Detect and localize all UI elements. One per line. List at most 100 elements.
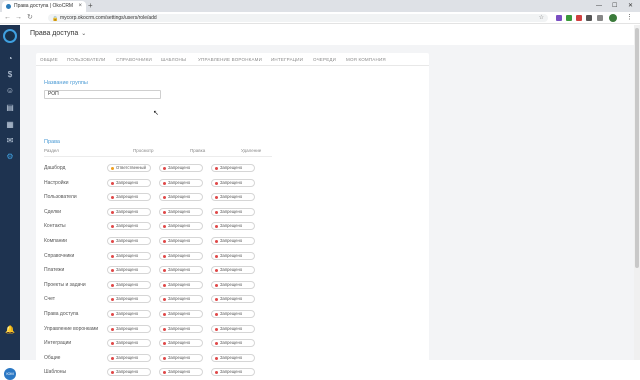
puzzle-icon[interactable] [597, 15, 603, 21]
tab-general[interactable]: ОБЩИЕ [40, 57, 58, 62]
user-icon[interactable]: ☺ [5, 86, 15, 96]
permission-select-view[interactable]: Запрещено [107, 295, 151, 304]
permission-select-view[interactable]: Запрещено [107, 207, 151, 216]
settings-gear-icon[interactable]: ⚙ [5, 152, 15, 162]
permission-select-view[interactable]: Запрещено [107, 266, 151, 275]
extension-icon[interactable] [576, 15, 582, 21]
permission-select-edit[interactable]: Запрещено [159, 193, 203, 202]
permission-select-delete[interactable]: Запрещено [211, 368, 255, 377]
permission-select-edit[interactable]: Запрещено [159, 310, 203, 318]
permission-select-delete[interactable]: Запрещено [211, 295, 255, 304]
status-dot-icon [111, 254, 114, 258]
table-row: Дашборд Ответственный Запрещено Запрещено [44, 162, 272, 176]
permission-select-delete[interactable]: Запрещено [211, 207, 255, 216]
extension-icon[interactable] [586, 15, 592, 21]
table-row: Проекты и задачи Запрещено Запрещено Запрещ… [44, 279, 272, 293]
group-name-input[interactable]: РОП [44, 90, 161, 99]
permission-select-edit[interactable]: Запрещено [159, 178, 203, 187]
permission-select-edit[interactable]: Запрещено [159, 207, 203, 216]
user-avatar[interactable]: ЮМ [4, 368, 16, 380]
book-icon[interactable]: ▤ [5, 103, 15, 113]
okocrm-logo[interactable] [3, 29, 17, 43]
permission-select-edit[interactable]: Запрещено [159, 295, 203, 304]
tab-integrations[interactable]: ИНТЕГРАЦИИ [271, 57, 303, 62]
tab-directories[interactable]: СПРАВОЧНИКИ [116, 57, 152, 62]
permission-select-delete[interactable]: Запрещено [211, 178, 255, 187]
table-row: Сделки Запрещено Запрещено Запрещено [44, 206, 272, 220]
profile-avatar[interactable] [609, 14, 617, 22]
bell-icon[interactable]: 🔔 [5, 325, 15, 335]
page-title[interactable]: Права доступа ⌄ [30, 30, 86, 37]
tab-templates[interactable]: ШАБЛОНЫ [161, 57, 186, 62]
close-tab-icon[interactable]: × [78, 1, 82, 12]
extension-icon[interactable] [556, 15, 562, 21]
dollar-icon[interactable]: $ [5, 70, 15, 80]
permission-select-view[interactable]: Запрещено [107, 324, 151, 333]
status-dot-icon [215, 283, 218, 287]
maximize-icon[interactable]: ☐ [612, 0, 617, 12]
permission-value: Запрещено [168, 165, 191, 170]
permission-select-delete[interactable]: Запрещено [211, 339, 255, 348]
tab-users[interactable]: ПОЛЬЗОВАТЕЛИ [67, 57, 106, 62]
mail-icon[interactable]: ✉ [5, 136, 15, 146]
back-icon[interactable]: ← [4, 12, 11, 24]
reload-icon[interactable]: ↻ [27, 12, 33, 24]
permission-select-edit[interactable]: Запрещено [159, 324, 203, 333]
permission-select-view[interactable]: Запрещено [107, 280, 151, 289]
permission-select-delete[interactable]: Запрещено [211, 266, 255, 275]
permission-select-view[interactable]: Запрещено [107, 178, 151, 187]
row-section-name: Дашборд [44, 165, 66, 171]
permission-select-edit[interactable]: Запрещено [159, 251, 203, 260]
browser-tab[interactable]: Права доступа | OkoCRM × [2, 1, 86, 12]
row-section-name: Настройки [44, 179, 69, 186]
permission-select-delete[interactable]: Запрещено [211, 353, 255, 362]
permission-select-edit[interactable]: Запрещено [159, 353, 203, 362]
bookmark-star-icon[interactable]: ☆ [539, 14, 544, 22]
permission-select-view[interactable]: Запрещено [107, 310, 151, 318]
permission-select-edit[interactable]: Запрещено [159, 164, 203, 172]
scrollbar-thumb[interactable] [635, 28, 639, 268]
permission-select-edit[interactable]: Запрещено [159, 237, 203, 245]
permission-select-delete[interactable]: Запрещено [211, 237, 255, 245]
permission-select-delete[interactable]: Запрещено [211, 222, 255, 231]
status-dot-icon [163, 327, 166, 331]
forward-icon[interactable]: → [15, 12, 22, 24]
tab-funnels[interactable]: УПРАВЛЕНИЕ ВОРОНКАМИ [198, 57, 262, 62]
permission-select-delete[interactable]: Запрещено [211, 324, 255, 333]
permission-select-view[interactable]: Ответственный [107, 164, 151, 172]
permission-value: Запрещено [220, 296, 243, 302]
permission-select-view[interactable]: Запрещено [107, 339, 151, 348]
permission-select-delete[interactable]: Запрещено [211, 251, 255, 260]
permission-select-edit[interactable]: Запрещено [159, 266, 203, 275]
permission-select-view[interactable]: Запрещено [107, 237, 151, 245]
minimize-icon[interactable]: — [596, 0, 602, 12]
dashboard-icon[interactable]: ◔ [5, 54, 15, 64]
permission-select-delete[interactable]: Запрещено [211, 310, 255, 318]
permission-value: Запрещено [168, 354, 191, 360]
address-bar[interactable]: 🔒 mycorp.okocrm.com/settings/users/role/… [48, 14, 548, 22]
permission-select-view[interactable]: Запрещено [107, 251, 151, 260]
status-dot-icon [111, 240, 114, 243]
permission-select-view[interactable]: Запрещено [107, 193, 151, 202]
permission-value: Запрещено [168, 238, 191, 243]
permission-select-edit[interactable]: Запрещено [159, 368, 203, 377]
briefcase-icon[interactable]: ▦ [5, 120, 15, 130]
tab-my-company[interactable]: МОЯ КОМПАНИЯ [346, 57, 386, 62]
permission-select-delete[interactable]: Запрещено [211, 164, 255, 172]
column-header-view: Просмотр [133, 148, 154, 153]
permission-select-delete[interactable]: Запрещено [211, 193, 255, 202]
close-window-icon[interactable]: ✕ [628, 0, 633, 12]
tab-queues[interactable]: ОЧЕРЕДИ [313, 57, 336, 62]
permission-select-view[interactable]: Запрещено [107, 353, 151, 362]
new-tab-button[interactable]: + [88, 0, 93, 12]
permission-select-delete[interactable]: Запрещено [211, 280, 255, 289]
status-dot-icon [111, 181, 114, 185]
shield-extension-icon[interactable] [566, 15, 572, 21]
table-row: Управление воронками Запрещено Запрещено За… [44, 323, 272, 337]
permission-select-view[interactable]: Запрещено [107, 368, 151, 377]
permission-select-edit[interactable]: Запрещено [159, 339, 203, 348]
permission-select-edit[interactable]: Запрещено [159, 280, 203, 289]
permission-select-edit[interactable]: Запрещено [159, 222, 203, 231]
permission-select-view[interactable]: Запрещено [107, 222, 151, 231]
browser-menu-icon[interactable]: ⋮ [626, 12, 633, 24]
